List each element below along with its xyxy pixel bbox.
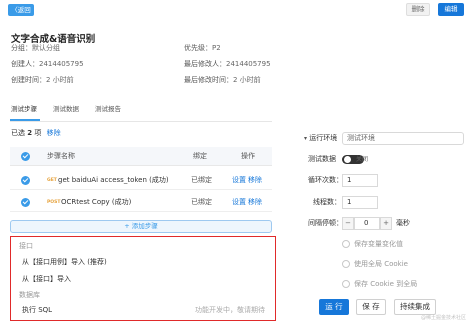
last-modifier-value: 2414405795 [226, 60, 271, 68]
row-checkbox[interactable] [21, 198, 30, 207]
step-remove-link[interactable]: 移除 [248, 176, 262, 185]
step-settings-link[interactable]: 设置 [232, 198, 246, 207]
last-modifier-label: 最后修改人： [184, 60, 226, 68]
loop-count-label: 循环次数： [308, 176, 343, 184]
priority-field: 优先级：P2 [184, 44, 221, 53]
sql-coming-soon-hint: 功能开发中，敬请期待 [195, 306, 265, 314]
execute-sql-item[interactable]: 执行 SQL [22, 306, 52, 315]
modified-time-value: 2 小时前 [233, 76, 261, 84]
save-cookie-label: 保存 Cookie 到全局 [354, 280, 418, 288]
ci-button[interactable]: 持续集成 [394, 299, 436, 315]
method-badge-post: POST [47, 200, 61, 205]
bind-status: 已绑定 [191, 198, 212, 206]
chevron-down-icon: ▾ [304, 135, 308, 142]
save-button[interactable]: 保 存 [356, 299, 386, 315]
run-env-value: 测试环境 [347, 134, 375, 142]
use-global-cookie-label: 使用全局 Cookie [354, 260, 408, 268]
priority-label: 优先级： [184, 44, 212, 52]
tab-divider [10, 121, 272, 122]
test-data-label: 测试数据 [308, 155, 336, 163]
group-value: 默认分组 [32, 44, 60, 52]
select-all-checkbox[interactable] [21, 152, 30, 161]
watermark: @稀土掘金技术社区 [421, 315, 467, 321]
priority-value: P2 [212, 44, 221, 52]
table-row[interactable]: GET get baiduAi access_token (成功) 已绑定 设置… [10, 171, 272, 190]
import-from-api-case-item[interactable]: 从【接口用例】导入 (推荐) [22, 258, 107, 267]
run-env-label: ▾ 运行环境 [304, 134, 338, 142]
creator-field: 创建人：2414405795 [11, 60, 84, 69]
save-cookie-radio[interactable] [342, 280, 350, 288]
run-button[interactable]: 运 行 [319, 299, 349, 315]
loop-count-value: 1 [347, 176, 352, 184]
selection-summary: 已选 2 项 移除 [11, 129, 61, 138]
dropdown-group-database: 数据库 [19, 291, 40, 299]
run-env-select[interactable]: 测试环境 [342, 132, 464, 145]
creator-value: 2414405795 [39, 60, 84, 68]
thread-count-label: 线程数： [313, 198, 341, 206]
test-data-toggle-state: 关闭 [356, 156, 369, 163]
created-time-field: 创建时间：2 小时前 [11, 76, 74, 85]
modified-time-label: 最后修改时间： [184, 76, 233, 84]
interval-decrement-button[interactable]: − [342, 217, 354, 230]
add-step-button[interactable]: + 添加步骤 [10, 220, 272, 233]
selection-count: 2 [27, 129, 33, 137]
method-badge-get: GET [47, 178, 57, 183]
loop-count-input[interactable]: 1 [342, 174, 378, 187]
step-settings-link[interactable]: 设置 [232, 176, 246, 185]
interval-input[interactable]: 0 [354, 217, 380, 230]
creator-label: 创建人： [11, 60, 39, 68]
header-bind: 绑定 [193, 152, 207, 160]
interval-label: 间隔停顿： [308, 219, 343, 227]
group-label: 分组： [11, 44, 32, 52]
last-modifier-field: 最后修改人：2414405795 [184, 60, 271, 69]
import-from-api-item[interactable]: 从【接口】导入 [22, 275, 71, 284]
interval-increment-button[interactable]: + [380, 217, 392, 230]
table-row[interactable]: POST OCRtest Copy (成功) 已绑定 设置 移除 [10, 193, 272, 212]
page-title: 文字合成&语音识别 [11, 34, 96, 45]
step-name[interactable]: get baiduAi access_token (成功) [58, 176, 169, 185]
add-step-dropdown: 接口 从【接口用例】导入 (推荐) 从【接口】导入 数据库 执行 SQL 功能开… [10, 236, 276, 321]
bind-status: 已绑定 [191, 176, 212, 184]
delete-button[interactable]: 删除 [406, 3, 430, 16]
steps-table-header: 步骤名称 绑定 操作 [10, 147, 272, 166]
remove-selected-link[interactable]: 移除 [47, 129, 61, 137]
save-vars-radio[interactable] [342, 240, 350, 248]
tab-test-steps[interactable]: 测试步骤 [11, 103, 37, 113]
interval-value: 0 [364, 219, 369, 227]
header-step-name: 步骤名称 [47, 152, 75, 160]
group-field: 分组：默认分组 [11, 44, 60, 53]
step-remove-link[interactable]: 移除 [248, 198, 262, 207]
thread-count-value: 1 [347, 198, 352, 206]
selection-unit: 项 [34, 129, 42, 137]
row-checkbox[interactable] [21, 176, 30, 185]
modified-time-field: 最后修改时间：2 小时前 [184, 76, 261, 85]
toggle-knob [344, 156, 351, 163]
use-global-cookie-radio[interactable] [342, 260, 350, 268]
tab-test-report[interactable]: 测试报告 [95, 103, 121, 113]
edit-button[interactable]: 编辑 [438, 3, 464, 16]
step-name[interactable]: OCRtest Copy (成功) [61, 198, 131, 207]
save-vars-label: 保存变量变化值 [354, 240, 403, 248]
selection-prefix: 已选 [11, 129, 25, 137]
created-time-label: 创建时间： [11, 76, 46, 84]
header-action: 操作 [241, 152, 255, 160]
tab-test-data[interactable]: 测试数据 [53, 103, 79, 113]
back-button[interactable]: 〈返回 [8, 4, 34, 16]
interval-unit: 毫秒 [396, 219, 410, 227]
thread-count-input[interactable]: 1 [342, 196, 378, 209]
dropdown-group-api: 接口 [19, 242, 33, 250]
created-time-value: 2 小时前 [46, 76, 74, 84]
